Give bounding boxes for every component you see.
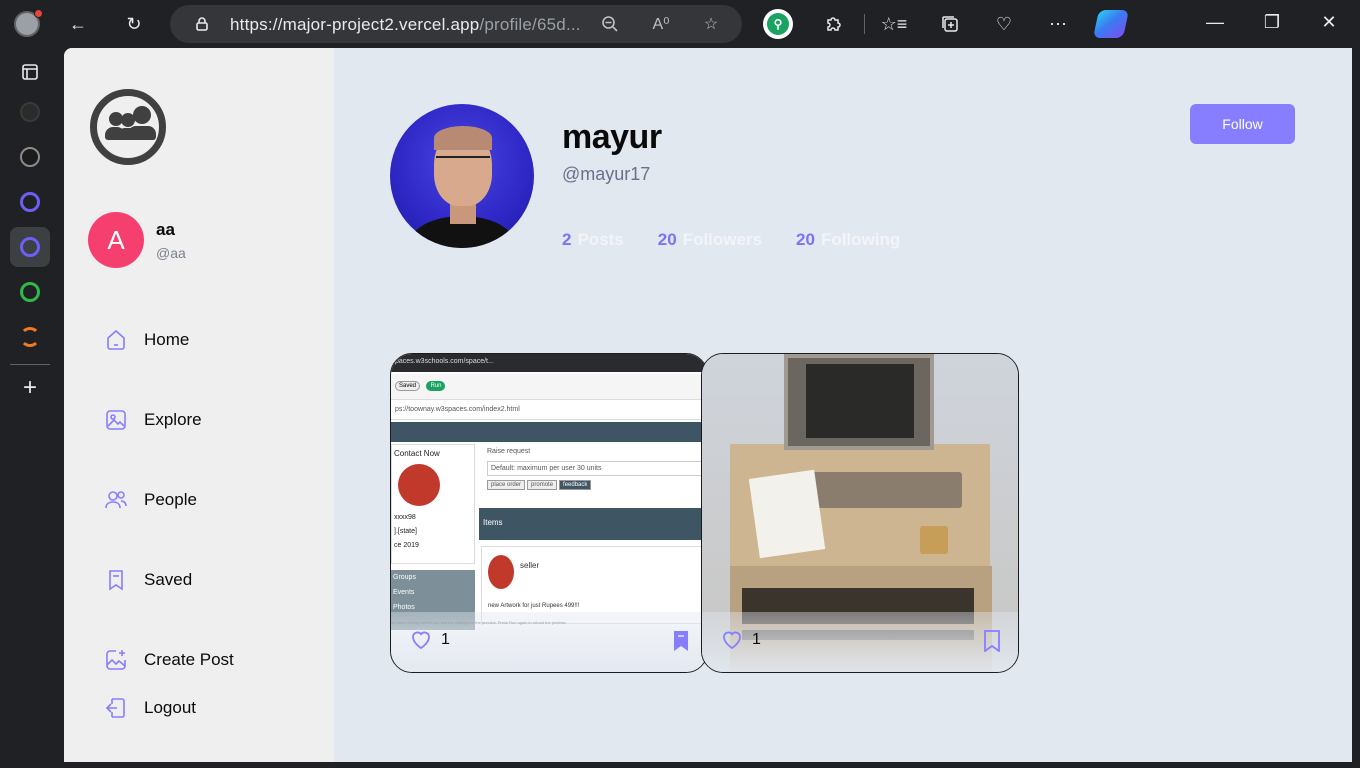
gallery-icon (106, 410, 126, 430)
page-viewport: A aa @aa Home Explore People Saved Creat… (64, 48, 1352, 762)
post-card[interactable]: 1 (701, 353, 1019, 673)
nav-home[interactable]: Home (104, 326, 189, 354)
current-user-handle: @aa (156, 245, 186, 261)
vertical-tab-strip: + (0, 48, 60, 768)
nav-people-label: People (144, 490, 197, 509)
lock-icon[interactable] (192, 14, 212, 34)
logout-icon (105, 698, 125, 718)
tab-actions-icon[interactable] (10, 52, 50, 92)
extensions-puzzle-icon[interactable] (820, 10, 848, 38)
back-icon[interactable]: ← (64, 10, 92, 38)
nav-explore-label: Explore (144, 410, 202, 429)
url-text[interactable]: https://major-project2.vercel.app/profil… (230, 15, 581, 35)
notification-dot (34, 9, 43, 18)
home-icon (107, 329, 125, 350)
nav-saved[interactable]: Saved (104, 566, 192, 594)
follow-button[interactable]: Follow (1190, 104, 1295, 144)
like-count: 1 (441, 631, 450, 648)
current-user-name: aa (156, 220, 175, 239)
bookmark-outline-icon[interactable] (982, 630, 1002, 652)
nav-create-post-label: Create Post (144, 650, 234, 669)
favorite-star-icon[interactable]: ☆ (701, 14, 721, 34)
new-tab-plus-icon[interactable]: + (10, 368, 50, 408)
browser-essentials-icon[interactable]: ♡ (990, 10, 1018, 38)
nav-logout-label: Logout (144, 698, 196, 717)
read-aloud-icon[interactable]: A⁰ (651, 14, 671, 34)
nav-create-post[interactable]: Create Post (104, 646, 234, 674)
zoom-icon[interactable] (600, 14, 620, 34)
nav-logout[interactable]: Logout (104, 694, 196, 722)
minimize-icon[interactable]: — (1200, 12, 1230, 33)
bookmark-icon[interactable] (671, 630, 691, 652)
tab-orange-icon[interactable] (10, 317, 50, 357)
bookmark-icon (109, 570, 123, 591)
nav-explore[interactable]: Explore (104, 406, 202, 434)
tab-app-active-icon[interactable] (10, 227, 50, 267)
more-options-icon[interactable]: ⋯ (1044, 10, 1072, 38)
tab-divider (10, 364, 50, 365)
add-image-icon (106, 650, 126, 670)
people-icon (105, 491, 127, 509)
like-button[interactable]: 1 (409, 628, 450, 652)
app-logo-icon[interactable] (90, 89, 166, 165)
browser-titlebar: ← ↻ https://major-project2.vercel.app/pr… (0, 0, 1360, 48)
stat-followers[interactable]: 20 Followers (658, 230, 762, 250)
like-button[interactable]: 1 (720, 628, 761, 652)
nav-people[interactable]: People (104, 486, 197, 514)
refresh-icon[interactable]: ↻ (120, 10, 148, 38)
close-icon[interactable]: ✕ (1314, 12, 1344, 33)
tab-github-icon[interactable] (10, 137, 50, 177)
avatar[interactable]: A (88, 212, 144, 268)
post-card[interactable]: paces.w3schools.com/space/t... Saved Run… (390, 353, 708, 673)
tab-github-icon[interactable] (10, 92, 50, 132)
profile-handle: @mayur17 (562, 164, 651, 184)
profile-main: mayur @mayur17 2 Posts 20 Followers 20 Foll… (334, 48, 1352, 762)
copilot-icon[interactable] (1093, 10, 1129, 38)
restore-icon[interactable]: ❐ (1257, 12, 1287, 33)
address-bar[interactable]: https://major-project2.vercel.app/profil… (170, 5, 742, 43)
profile-photo (390, 104, 534, 248)
profile-name: mayur (562, 118, 662, 156)
extension-search-icon[interactable]: ⚲ (763, 9, 793, 39)
heart-icon (723, 631, 741, 650)
profile-stats: 2 Posts 20 Followers 20 Following (562, 230, 934, 250)
stat-following[interactable]: 20 Following (796, 230, 900, 250)
favorites-icon[interactable]: ☆≡ (880, 10, 908, 38)
stat-posts[interactable]: 2 Posts (562, 230, 624, 250)
collections-icon[interactable] (936, 10, 964, 38)
toolbar-divider (864, 14, 865, 34)
nav-home-label: Home (144, 330, 190, 349)
tab-app-icon[interactable] (10, 182, 50, 222)
like-count: 1 (752, 631, 761, 648)
nav-saved-label: Saved (144, 570, 193, 589)
left-sidebar: A aa @aa Home Explore People Saved Creat… (64, 48, 334, 762)
heart-icon (412, 631, 430, 650)
tab-green-icon[interactable] (10, 272, 50, 312)
